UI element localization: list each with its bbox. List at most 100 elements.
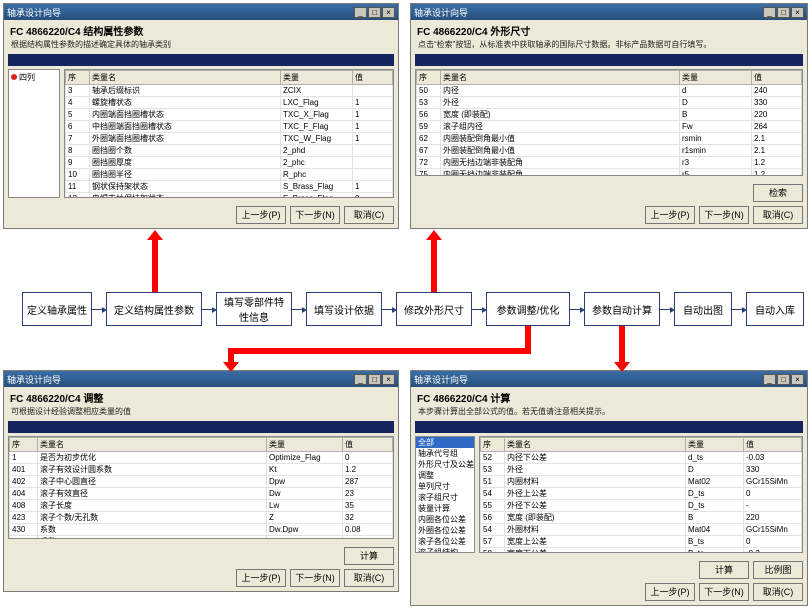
compare-button[interactable]: 比例图 <box>753 561 803 579</box>
min-button[interactable]: _ <box>763 7 776 18</box>
titlebar[interactable]: 轴承设计向导 _ □ × <box>411 371 807 387</box>
table-row[interactable]: 9圈挡圈厚度2_phc <box>66 157 393 169</box>
adjust-grid[interactable]: 序 类量名 类量 值 1是否为初步优化Optimize_Flag0401滚子有效… <box>8 436 394 539</box>
max-button[interactable]: □ <box>777 374 790 385</box>
min-button[interactable]: _ <box>354 7 367 18</box>
table-row[interactable]: 8圈挡圈个数2_phd <box>66 145 393 157</box>
compute-grid[interactable]: 序 类量名 类量 值 52内径下公差d_ts-0.0353外径D33051内圈材… <box>479 436 803 553</box>
next-button[interactable]: 下一步(N) <box>290 569 340 587</box>
category-item[interactable]: 外圈各位公差 <box>416 525 474 536</box>
min-button[interactable]: _ <box>354 374 367 385</box>
col-seq[interactable]: 序 <box>10 438 38 452</box>
next-button[interactable]: 下一步(N) <box>699 206 749 224</box>
table-row[interactable]: 51内圈材料Mat02GCr15SiMn <box>481 476 802 488</box>
next-button[interactable]: 下一步(N) <box>699 583 749 601</box>
table-row[interactable]: 72内圈无挡边端非装配角r31.2 <box>417 157 802 169</box>
min-button[interactable]: _ <box>763 374 776 385</box>
category-item[interactable]: 装量计算 <box>416 503 474 514</box>
table-row[interactable]: 439系数fc <box>10 536 393 540</box>
table-row[interactable]: 57宽度上公差B_ts0 <box>481 536 802 548</box>
max-button[interactable]: □ <box>777 7 790 18</box>
col-var[interactable]: 类量 <box>267 438 343 452</box>
close-button[interactable]: × <box>791 7 804 18</box>
table-row[interactable]: 75内圈无挡边端非装配角r51.2 <box>417 169 802 177</box>
category-list[interactable]: 全部轴承代号组外形尺寸及公差调整单列尺寸滚子组尺寸装量计算内圈各位公差外圈各位公… <box>415 436 475 553</box>
next-button[interactable]: 下一步(N) <box>290 206 340 224</box>
table-row[interactable]: 58宽度下公差B_ts-0.3 <box>481 548 802 554</box>
col-val[interactable]: 值 <box>744 438 802 452</box>
col-name[interactable]: 类量名 <box>38 438 267 452</box>
table-row[interactable]: 404滚子有效直径Dw23 <box>10 488 393 500</box>
col-var[interactable]: 类量 <box>281 71 353 85</box>
search-button[interactable]: 检索 <box>753 184 803 202</box>
table-row[interactable]: 54外径上公差D_ts0 <box>481 488 802 500</box>
table-row[interactable]: 5内圈端面挡圈槽状态TXC_X_Flag1 <box>66 109 393 121</box>
category-item[interactable]: 内圈各位公差 <box>416 514 474 525</box>
close-button[interactable]: × <box>382 374 395 385</box>
table-row[interactable]: 56宽度 (即装配)B220 <box>481 512 802 524</box>
table-row[interactable]: 55外径下公差D_ts- <box>481 500 802 512</box>
table-row[interactable]: 62内圈装配倒角最小值rsmin2.1 <box>417 133 802 145</box>
close-button[interactable]: × <box>791 374 804 385</box>
col-val[interactable]: 值 <box>353 71 393 85</box>
table-row[interactable]: 12电焊支柱保持架状态E_Brass_Flag0 <box>66 193 393 199</box>
col-var[interactable]: 类量 <box>680 71 752 85</box>
table-row[interactable]: 53外径D330 <box>481 464 802 476</box>
max-button[interactable]: □ <box>368 7 381 18</box>
col-seq[interactable]: 序 <box>481 438 505 452</box>
table-row[interactable]: 53外径D330 <box>417 97 802 109</box>
prev-button[interactable]: 上一步(P) <box>236 206 286 224</box>
category-item[interactable]: 滚子各位公差 <box>416 536 474 547</box>
table-row[interactable]: 50内径d240 <box>417 85 802 97</box>
col-name[interactable]: 类量名 <box>90 71 281 85</box>
table-row[interactable]: 4螺旋槽状态LXC_Flag1 <box>66 97 393 109</box>
calc-button[interactable]: 计算 <box>344 547 394 565</box>
table-row[interactable]: 402滚子中心圆直径Dpw287 <box>10 476 393 488</box>
category-item[interactable]: 轴承代号组 <box>416 448 474 459</box>
table-row[interactable]: 52内径下公差d_ts-0.03 <box>481 452 802 464</box>
col-name[interactable]: 类量名 <box>441 71 680 85</box>
calc-button[interactable]: 计算 <box>699 561 749 579</box>
col-val[interactable]: 值 <box>343 438 393 452</box>
table-row[interactable]: 67外圈装配倒角最小值r1smin2.1 <box>417 145 802 157</box>
table-row[interactable]: 6中挡圈端面挡圈槽状态TXC_F_Flag1 <box>66 121 393 133</box>
table-row[interactable]: 401滚子有效设计圆系数Kt1.2 <box>10 464 393 476</box>
category-item[interactable]: 全部 <box>416 437 474 448</box>
category-item[interactable]: 调整 <box>416 470 474 481</box>
prev-button[interactable]: 上一步(P) <box>645 583 695 601</box>
table-row[interactable]: 7外圈端面挡圈槽状态TXC_W_Flag1 <box>66 133 393 145</box>
max-button[interactable]: □ <box>368 374 381 385</box>
titlebar[interactable]: 轴承设计向导 _ □ × <box>411 4 807 20</box>
cancel-button[interactable]: 取消(C) <box>753 206 803 224</box>
table-row[interactable]: 10圈挡圈半径R_phc <box>66 169 393 181</box>
category-item[interactable]: 单列尺寸 <box>416 481 474 492</box>
prev-button[interactable]: 上一步(P) <box>236 569 286 587</box>
prev-button[interactable]: 上一步(P) <box>645 206 695 224</box>
col-seq[interactable]: 序 <box>417 71 441 85</box>
table-row[interactable]: 59滚子组内径Fw264 <box>417 121 802 133</box>
table-row[interactable]: 430系数Dw.Dpw0.08 <box>10 524 393 536</box>
category-item[interactable]: 外形尺寸及公差 <box>416 459 474 470</box>
table-row[interactable]: 56宽度 (即装配)B220 <box>417 109 802 121</box>
titlebar[interactable]: 轴承设计向导 _ □ × <box>4 4 398 20</box>
col-seq[interactable]: 序 <box>66 71 90 85</box>
col-name[interactable]: 类量名 <box>505 438 686 452</box>
cancel-button[interactable]: 取消(C) <box>344 569 394 587</box>
category-item[interactable]: 滚子组尺寸 <box>416 492 474 503</box>
close-button[interactable]: × <box>382 7 395 18</box>
category-tree[interactable]: 四列 <box>8 69 60 198</box>
table-row[interactable]: 54外圈材料Mat04GCr15SiMn <box>481 524 802 536</box>
cancel-button[interactable]: 取消(C) <box>753 583 803 601</box>
table-row[interactable]: 1是否为初步优化Optimize_Flag0 <box>10 452 393 464</box>
col-val[interactable]: 值 <box>752 71 802 85</box>
table-row[interactable]: 11钢状保持架状态S_Brass_Flag1 <box>66 181 393 193</box>
table-row[interactable]: 408滚子长度Lw35 <box>10 500 393 512</box>
table-row[interactable]: 3轴承后缀标识ZCIX <box>66 85 393 97</box>
params-grid[interactable]: 序 类量名 类量 值 3轴承后缀标识ZCIX4螺旋槽状态LXC_Flag15内圈… <box>64 69 394 198</box>
titlebar[interactable]: 轴承设计向导 _ □ × <box>4 371 398 387</box>
category-item[interactable]: 滚子组结构 <box>416 547 474 553</box>
dimensions-grid[interactable]: 序 类量名 类量 值 50内径d24053外径D33056宽度 (即装配)B22… <box>415 69 803 176</box>
table-row[interactable]: 423滚子个数/无孔数Z32 <box>10 512 393 524</box>
cancel-button[interactable]: 取消(C) <box>344 206 394 224</box>
col-var[interactable]: 类量 <box>686 438 744 452</box>
